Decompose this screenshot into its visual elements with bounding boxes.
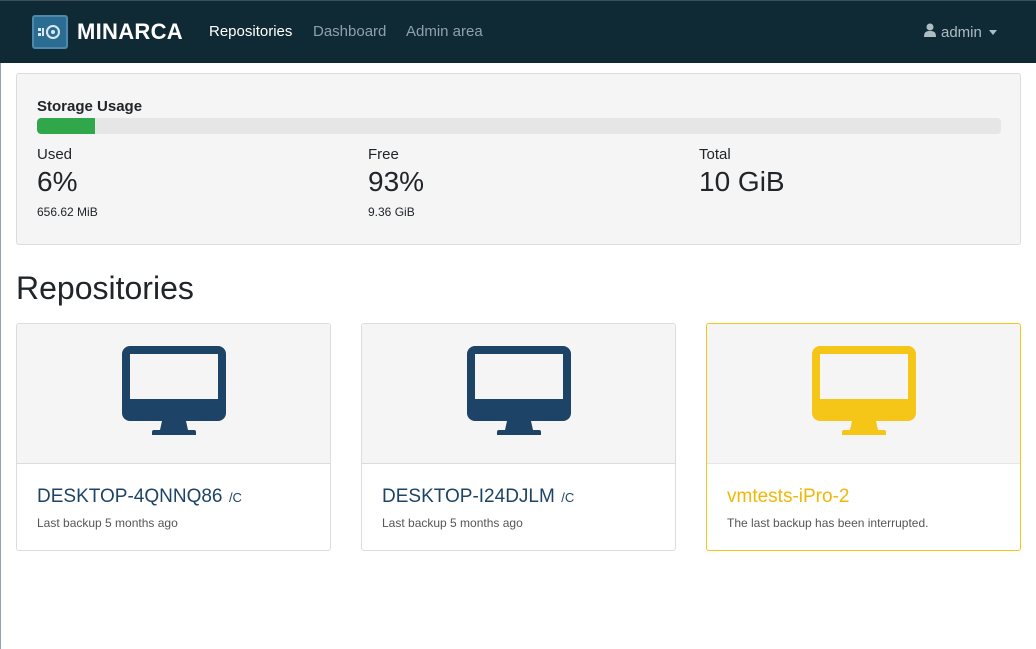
repository-status: Last backup 5 months ago — [382, 516, 523, 530]
repository-card[interactable]: DESKTOP-4QNNQ86 /C Last backup 5 months … — [16, 323, 331, 551]
user-icon — [924, 23, 936, 41]
stat-free-value: 93% — [368, 166, 425, 197]
card-icon-area — [707, 324, 1020, 464]
storage-progress-fill — [37, 118, 95, 134]
repository-path: /C — [228, 490, 242, 505]
desktop-icon — [811, 346, 916, 441]
repositories-heading: Repositories — [16, 270, 194, 306]
repository-card[interactable]: vmtests-iPro-2 The last backup has been … — [706, 323, 1021, 551]
card-icon-area — [17, 324, 330, 464]
brand-name: MINARCA — [77, 19, 183, 44]
brand[interactable]: MINARCA — [32, 15, 183, 49]
top-navbar: MINARCA Repositories Dashboard Admin are… — [0, 0, 1036, 63]
card-icon-area — [362, 324, 675, 464]
stat-free: Free 93% 9.36 GiB — [368, 146, 424, 219]
stat-total-value: 10 GiB — [699, 166, 785, 197]
repository-path: /C — [561, 490, 575, 505]
stat-used-sub: 656.62 MiB — [37, 205, 98, 219]
storage-usage-panel: Storage Usage Used 6% 656.62 MiB Free 93… — [16, 73, 1021, 245]
card-body: vmtests-iPro-2 The last backup has been … — [707, 464, 1020, 530]
minarca-logo-icon — [32, 15, 68, 49]
repository-name[interactable]: DESKTOP-I24DJLM — [382, 486, 555, 508]
stat-used-value: 6% — [37, 166, 78, 197]
desktop-icon — [466, 346, 571, 441]
repository-status: Last backup 5 months ago — [37, 516, 178, 530]
stat-used: Used 6% 656.62 MiB — [37, 146, 98, 219]
user-name: admin — [941, 23, 982, 41]
nav-repositories[interactable]: Repositories — [209, 23, 292, 40]
stat-total: Total 10 GiB — [699, 146, 785, 198]
desktop-icon — [121, 346, 226, 441]
repository-status: The last backup has been interrupted. — [727, 516, 929, 530]
card-body: DESKTOP-4QNNQ86 /C Last backup 5 months … — [17, 464, 330, 530]
repository-card[interactable]: DESKTOP-I24DJLM /C Last backup 5 months … — [361, 323, 676, 551]
repository-name[interactable]: vmtests-iPro-2 — [727, 486, 849, 508]
storage-progress-bar — [37, 118, 1001, 134]
card-body: DESKTOP-I24DJLM /C Last backup 5 months … — [362, 464, 675, 530]
stat-total-label: Total — [699, 146, 731, 163]
stat-used-label: Used — [37, 146, 73, 163]
storage-title: Storage Usage — [37, 98, 143, 115]
stat-free-label: Free — [368, 146, 399, 163]
user-menu[interactable]: admin — [924, 23, 997, 41]
stat-free-sub: 9.36 GiB — [368, 205, 415, 219]
nav-admin-area[interactable]: Admin area — [406, 23, 483, 40]
caret-down-icon — [988, 29, 997, 35]
repository-name[interactable]: DESKTOP-4QNNQ86 — [37, 486, 222, 508]
nav-dashboard[interactable]: Dashboard — [313, 23, 386, 40]
